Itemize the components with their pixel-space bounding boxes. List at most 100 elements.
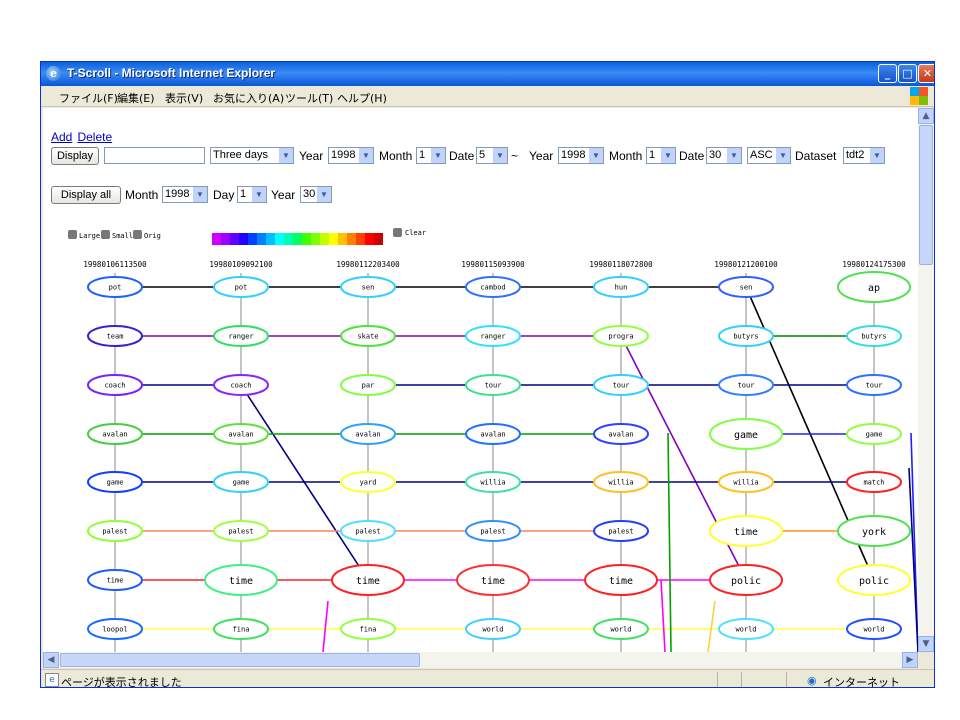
topic-node[interactable]: palest — [593, 520, 649, 542]
small-toggle-icon[interactable] — [101, 230, 110, 239]
spectrum-swatch — [338, 233, 347, 245]
horizontal-scroll-thumb[interactable] — [60, 653, 420, 667]
status-divider — [786, 672, 787, 687]
topic-node[interactable]: world — [593, 618, 649, 640]
topic-node[interactable]: avalan — [340, 423, 396, 445]
topic-node[interactable]: avalan — [465, 423, 521, 445]
topic-node[interactable]: fina — [213, 618, 269, 640]
topic-node[interactable]: world — [718, 618, 774, 640]
topic-node-label: willia — [733, 479, 758, 487]
topic-node[interactable]: time — [331, 564, 405, 596]
legend-clear-label: Clear — [405, 229, 426, 237]
topic-node-label: yard — [360, 479, 377, 487]
scroll-up-icon[interactable]: ▲ — [918, 108, 934, 124]
spectrum-swatch — [212, 233, 221, 245]
topic-node[interactable]: progra — [593, 325, 649, 347]
topic-node[interactable]: game — [709, 418, 783, 450]
menu-view[interactable]: 表示(V) — [165, 90, 203, 106]
topic-node[interactable]: tour — [846, 374, 902, 396]
topic-node[interactable]: palest — [340, 520, 396, 542]
title-bar[interactable]: e T-Scroll - Microsoft Internet Explorer… — [41, 62, 934, 86]
topic-node[interactable]: loopol — [87, 618, 143, 640]
topic-node[interactable]: skate — [340, 325, 396, 347]
topic-node[interactable]: ranger — [465, 325, 521, 347]
topic-node[interactable]: polic — [837, 564, 911, 596]
topic-node[interactable]: willia — [718, 471, 774, 493]
topic-node[interactable]: ranger — [213, 325, 269, 347]
menu-help[interactable]: ヘルプ(H) — [337, 90, 387, 106]
topic-edge-continuation — [660, 579, 666, 652]
vertical-scroll-thumb[interactable] — [919, 125, 933, 265]
topic-node[interactable]: game — [213, 471, 269, 493]
topic-node-label: time — [229, 576, 253, 587]
topic-node[interactable]: time — [204, 564, 278, 596]
topic-node[interactable]: coach — [87, 374, 143, 396]
topic-node-label: hun — [615, 284, 628, 292]
topic-node[interactable]: palest — [87, 520, 143, 542]
topic-node[interactable]: tour — [465, 374, 521, 396]
scroll-right-icon[interactable]: ▶ — [902, 652, 918, 668]
topic-node-label: tour — [613, 382, 630, 390]
spectrum-swatch — [347, 233, 356, 245]
clear-toggle-icon[interactable] — [393, 228, 402, 237]
topic-node[interactable]: tour — [593, 374, 649, 396]
topic-node[interactable]: time — [584, 564, 658, 596]
topic-node[interactable]: pot — [213, 276, 269, 298]
topic-node-label: willia — [480, 479, 505, 487]
large-toggle-icon[interactable] — [68, 230, 77, 239]
topic-node[interactable]: tour — [718, 374, 774, 396]
topic-node-label: palest — [480, 528, 505, 536]
topic-node[interactable]: par — [340, 374, 396, 396]
topic-node[interactable]: palest — [465, 520, 521, 542]
topic-node[interactable]: world — [465, 618, 521, 640]
legend: Large Small Orig Clear — [68, 228, 426, 245]
topic-node[interactable]: game — [87, 471, 143, 493]
topic-node[interactable]: avalan — [213, 423, 269, 445]
menu-favorites[interactable]: お気に入り(A) — [213, 90, 284, 106]
topic-node[interactable]: ap — [837, 271, 911, 303]
topic-node-label: ranger — [480, 333, 505, 341]
topic-node[interactable]: butyrs — [846, 325, 902, 347]
vertical-scrollbar[interactable]: ▲ ▼ — [918, 108, 934, 652]
menu-file[interactable]: ファイル(F) — [59, 90, 118, 106]
topic-node[interactable]: hun — [593, 276, 649, 298]
horizontal-scrollbar[interactable]: ◀ ▶ — [43, 652, 918, 668]
scroll-left-icon[interactable]: ◀ — [43, 652, 59, 668]
topic-node[interactable]: coach — [213, 374, 269, 396]
topic-node[interactable]: time — [709, 515, 783, 547]
topic-node-label: pot — [109, 284, 122, 292]
topic-node[interactable]: fina — [340, 618, 396, 640]
topic-node[interactable]: pot — [87, 276, 143, 298]
timestamp-label: 19980112203400 — [336, 260, 400, 269]
topic-node[interactable]: york — [837, 515, 911, 547]
topic-nodes: pot team coach avalan game palest time loopol po… — [87, 271, 911, 640]
topic-node[interactable]: avalan — [87, 423, 143, 445]
topic-node[interactable]: sen — [340, 276, 396, 298]
scroll-down-icon[interactable]: ▼ — [918, 636, 934, 652]
topic-node[interactable]: world — [846, 618, 902, 640]
orig-toggle-icon[interactable] — [133, 230, 142, 239]
windows-logo-icon — [910, 87, 928, 105]
menu-edit[interactable]: 編集(E) — [117, 90, 155, 106]
zone-text: インターネット — [823, 676, 900, 688]
close-button[interactable]: ✕ — [918, 64, 934, 83]
topic-node[interactable]: avalan — [593, 423, 649, 445]
topic-node[interactable]: butyrs — [718, 325, 774, 347]
minimize-button[interactable]: _ — [878, 64, 897, 83]
topic-node[interactable]: yard — [340, 471, 396, 493]
topic-node[interactable]: match — [846, 471, 902, 493]
topic-node[interactable]: willia — [465, 471, 521, 493]
topic-node[interactable]: sen — [718, 276, 774, 298]
maximize-button[interactable]: □ — [898, 64, 917, 83]
topic-node[interactable]: time — [87, 569, 143, 591]
topic-node[interactable]: team — [87, 325, 143, 347]
topic-node[interactable]: time — [456, 564, 530, 596]
topic-edge-continuation — [707, 600, 716, 652]
menu-tools[interactable]: ツール(T) — [285, 90, 333, 106]
topic-node[interactable]: willia — [593, 471, 649, 493]
topic-node[interactable]: cambod — [465, 276, 521, 298]
topic-node-label: cambod — [480, 284, 505, 292]
topic-node[interactable]: palest — [213, 520, 269, 542]
topic-node[interactable]: polic — [709, 564, 783, 596]
topic-node[interactable]: game — [846, 423, 902, 445]
